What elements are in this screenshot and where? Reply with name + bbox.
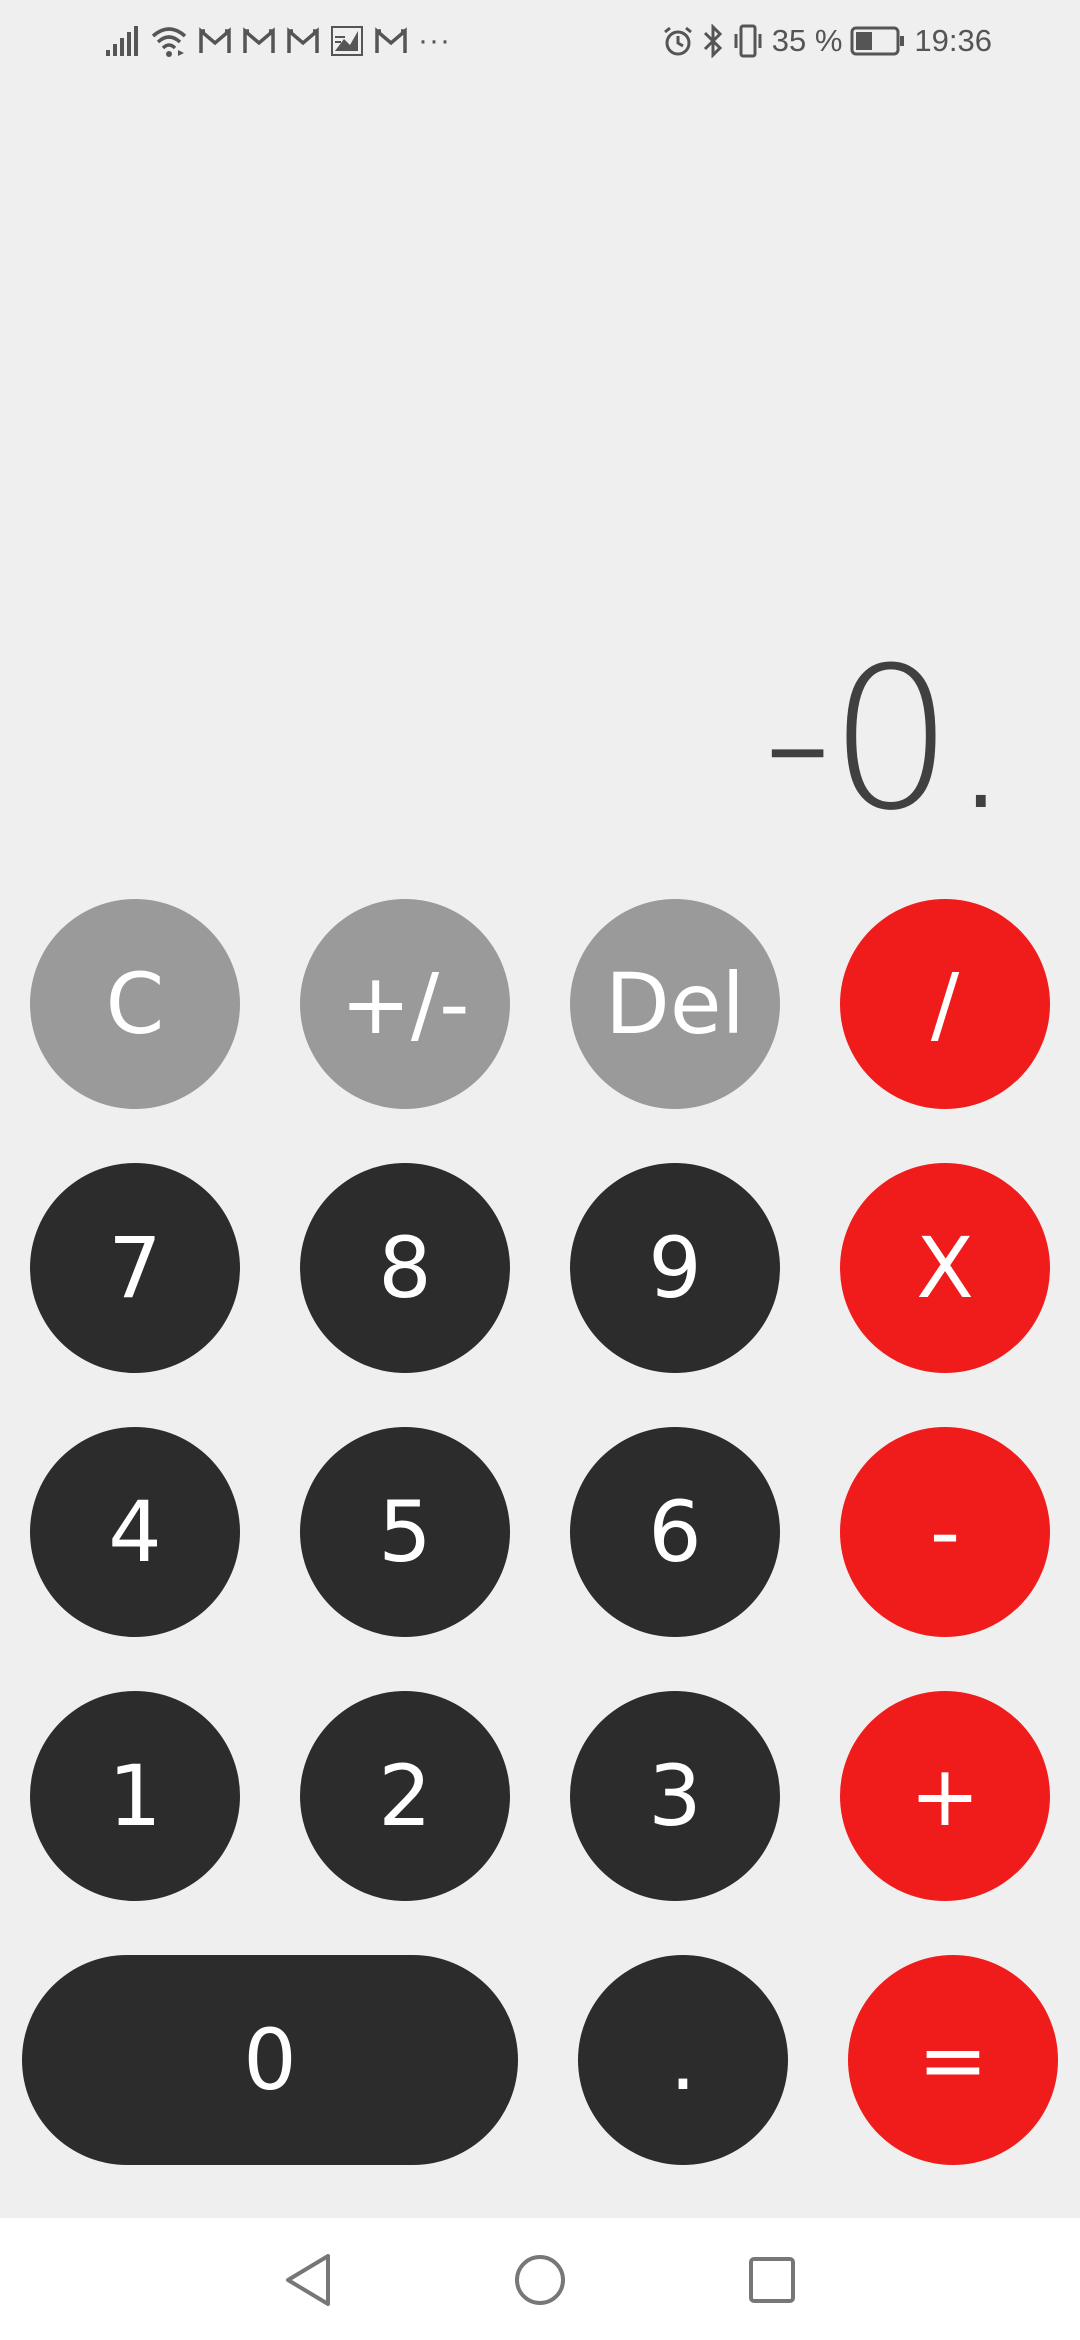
- digit-3-button[interactable]: 3: [570, 1691, 780, 1901]
- back-icon[interactable]: [278, 2250, 338, 2310]
- multiply-button[interactable]: X: [840, 1163, 1050, 1373]
- signal-icon: [104, 24, 140, 58]
- add-button[interactable]: +: [840, 1691, 1050, 1901]
- result-display: -0.: [762, 626, 1012, 854]
- decimal-point-button[interactable]: .: [578, 1955, 788, 2165]
- divide-button[interactable]: /: [840, 899, 1050, 1109]
- subtract-button[interactable]: -: [840, 1427, 1050, 1637]
- gmail-icon: [198, 27, 232, 55]
- digit-1-button[interactable]: 1: [30, 1691, 240, 1901]
- digit-6-button[interactable]: 6: [570, 1427, 780, 1637]
- battery-icon: [850, 26, 906, 56]
- gmail-icon: [242, 27, 276, 55]
- digit-7-button[interactable]: 7: [30, 1163, 240, 1373]
- clock: 19:36: [914, 23, 992, 58]
- alarm-icon: [662, 25, 694, 57]
- status-bar-left: ···: [104, 20, 451, 62]
- gmail-icon: [374, 27, 408, 55]
- digit-4-button[interactable]: 4: [30, 1427, 240, 1637]
- delete-button[interactable]: Del: [570, 899, 780, 1109]
- digit-8-button[interactable]: 8: [300, 1163, 510, 1373]
- digit-0-button[interactable]: 0: [22, 1955, 518, 2165]
- status-bar: ··· 35 % 19:36: [0, 0, 1080, 80]
- equals-button[interactable]: =: [848, 1955, 1058, 2165]
- recents-icon[interactable]: [742, 2250, 802, 2310]
- status-bar-right: 35 % 19:36: [662, 20, 992, 62]
- digit-5-button[interactable]: 5: [300, 1427, 510, 1637]
- more-notifications-indicator: ···: [418, 24, 451, 57]
- digit-9-button[interactable]: 9: [570, 1163, 780, 1373]
- home-icon[interactable]: [510, 2250, 570, 2310]
- sign-toggle-button[interactable]: +/-: [300, 899, 510, 1109]
- image-notification-icon: [330, 25, 364, 57]
- gmail-icon: [286, 27, 320, 55]
- wifi-icon: [150, 24, 188, 58]
- digit-2-button[interactable]: 2: [300, 1691, 510, 1901]
- battery-percentage: 35 %: [771, 23, 843, 58]
- bluetooth-icon: [702, 24, 724, 58]
- clear-button[interactable]: C: [30, 899, 240, 1109]
- vibrate-icon: [732, 24, 764, 58]
- navigation-bar: [0, 2218, 1080, 2340]
